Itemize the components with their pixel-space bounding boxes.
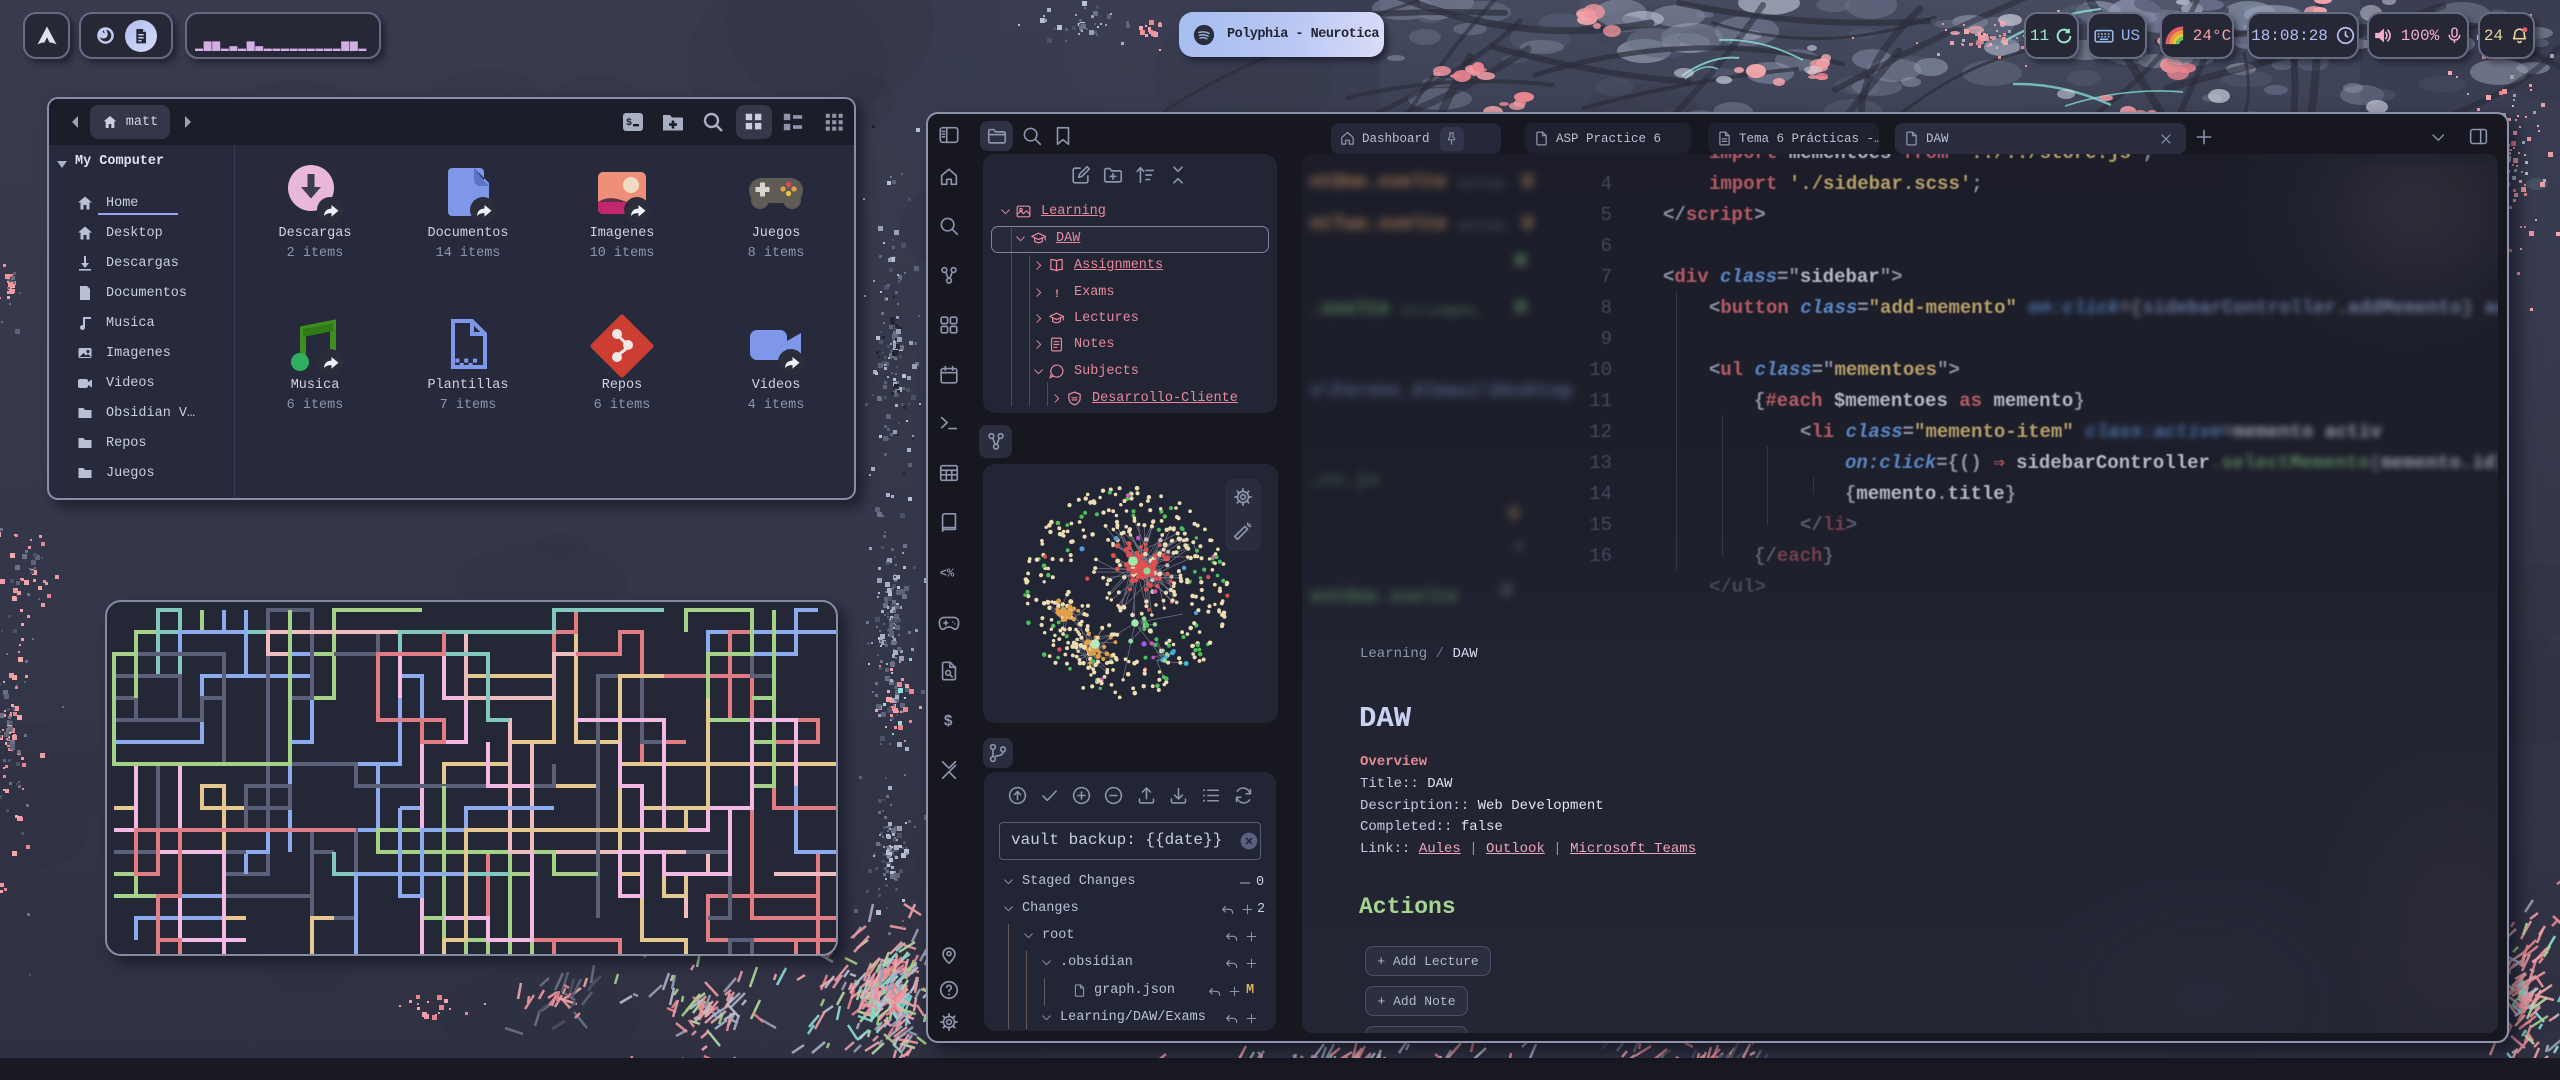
svg-text:$: $: [944, 713, 953, 731]
svg-text:<%: <%: [940, 567, 955, 581]
svg-text:!: !: [1054, 289, 1061, 301]
svg-text:$: $: [626, 117, 632, 129]
